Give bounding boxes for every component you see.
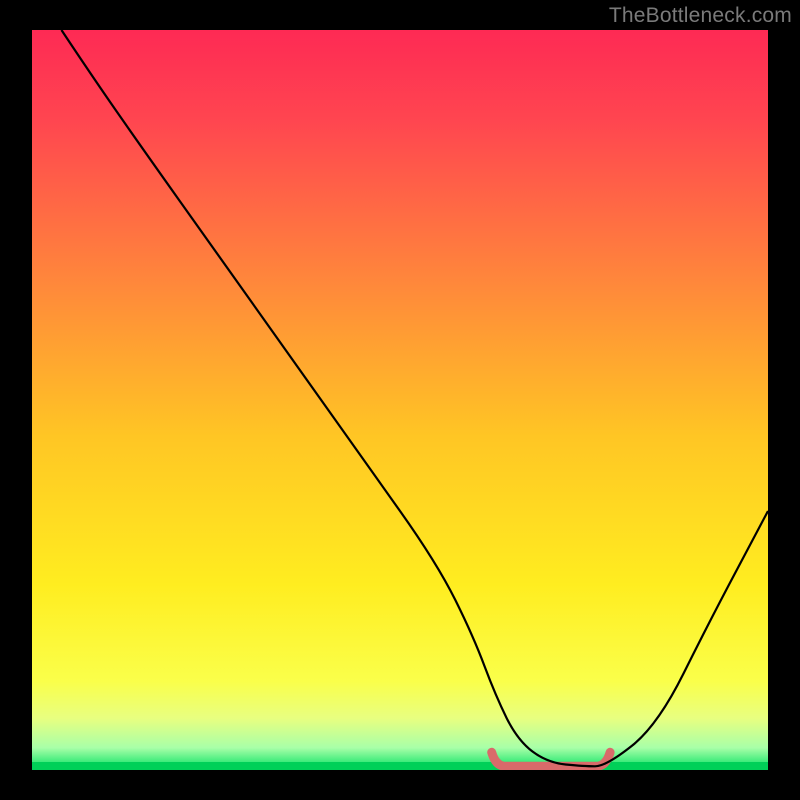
frame-bottom xyxy=(0,770,800,800)
chart-svg xyxy=(0,0,800,800)
watermark-text: TheBottleneck.com xyxy=(609,4,792,28)
frame-right xyxy=(768,0,800,800)
plot-background xyxy=(32,30,768,770)
bottom-green-band xyxy=(32,762,768,770)
chart-container: TheBottleneck.com xyxy=(0,0,800,800)
frame-left xyxy=(0,0,32,800)
